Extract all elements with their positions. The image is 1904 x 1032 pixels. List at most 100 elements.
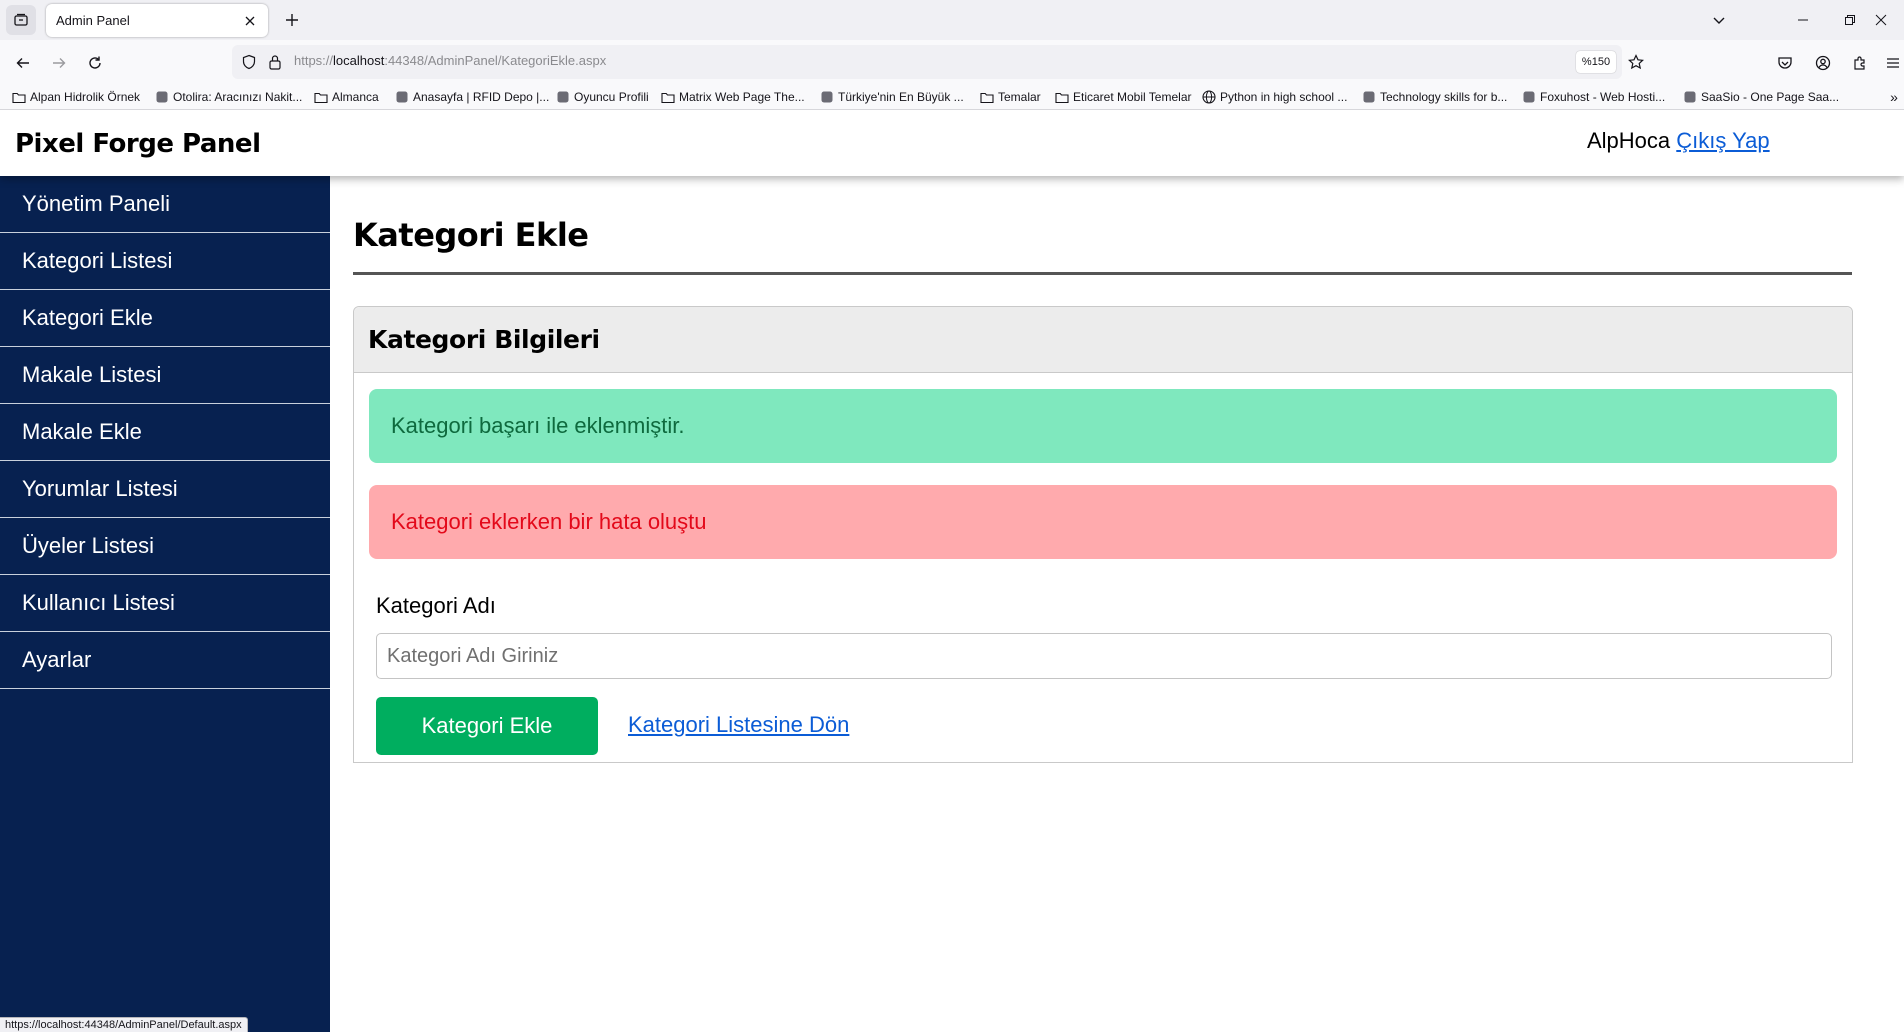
site-icon [1362,90,1376,104]
folder-icon [1055,90,1069,104]
chevron-down-icon [1713,17,1725,24]
browser-tab-bar: Admin Panel [0,0,1904,40]
site-icon [1522,90,1536,104]
card-title: Kategori Bilgileri [354,307,1852,373]
folder-icon [12,90,26,104]
user-box: AlpHoca Çıkış Yap [1587,128,1770,154]
folder-icon [661,90,675,104]
reload-icon [89,56,101,69]
pocket-button[interactable] [1772,50,1798,76]
bookmark-item[interactable]: Oyuncu Profili [556,88,649,106]
bookmarks-overflow-chevron-icon[interactable]: » [1886,88,1902,106]
hamburger-icon [1887,58,1899,68]
url-text[interactable]: https://localhost:44348/AdminPanel/Kateg… [294,53,606,68]
bookmark-label: Technology skills for b... [1380,90,1508,104]
site-header: Pixel Forge Panel AlpHoca Çıkış Yap [0,111,1904,176]
success-alert: Kategori başarı ile eklenmiştir. [369,389,1837,463]
lock-icon[interactable] [266,53,284,71]
bookmark-item[interactable]: SaaSio - One Page Saa... [1683,88,1839,106]
sidebar-item-makale-listesi[interactable]: Makale Listesi [0,347,330,404]
bookmark-label: Eticaret Mobil Temelar [1073,90,1192,104]
category-name-input[interactable] [376,633,1832,679]
back-button[interactable] [10,50,36,76]
account-button[interactable] [1810,50,1836,76]
url-prefix: https:// [294,53,334,68]
pocket-icon [1778,57,1792,69]
globe-icon [1202,90,1216,104]
bookmark-label: Python in high school ... [1220,90,1348,104]
forward-button[interactable] [46,50,72,76]
list-all-tabs-button[interactable] [1707,9,1731,31]
bookmark-item[interactable]: Technology skills for b... [1362,88,1507,106]
back-to-category-list-link[interactable]: Kategori Listesine Dön [628,712,849,738]
account-icon [1815,55,1831,71]
tab-overview-button[interactable] [6,5,36,35]
bookmark-label: Oyuncu Profili [574,90,649,104]
status-bar-url: https://localhost:44348/AdminPanel/Defau… [0,1017,248,1032]
browser-tab-active[interactable]: Admin Panel [46,4,268,37]
window-close-button[interactable] [1858,0,1904,40]
site-icon [556,90,570,104]
extensions-button[interactable] [1847,50,1873,76]
bookmark-label: Matrix Web Page The... [679,90,805,104]
tab-close-button[interactable] [242,13,258,29]
bookmark-item[interactable]: Eticaret Mobil Temelar [1055,88,1192,106]
close-icon [245,16,255,25]
restore-icon [1845,15,1855,25]
sidebar-item-kullanici-listesi[interactable]: Kullanıcı Listesi [0,575,330,632]
site-icon [155,90,169,104]
url-host: localhost [333,53,385,68]
sidebar-item-yonetim-paneli[interactable]: Yönetim Paneli [0,176,330,233]
web-page: Pixel Forge Panel AlpHoca Çıkış Yap Yöne… [0,111,1904,1032]
username: AlpHoca [1587,128,1671,153]
bookmark-label: Alpan Hidrolik Örnek [30,90,141,104]
plus-icon [286,14,298,26]
close-window-icon [1875,14,1887,26]
error-alert: Kategori eklerken bir hata oluştu [369,485,1837,559]
window-minimize-button[interactable] [1780,0,1826,40]
arrow-left-icon [16,58,29,68]
add-category-button[interactable]: Kategori Ekle [376,697,598,755]
menu-button[interactable] [1880,50,1904,76]
new-tab-button[interactable] [280,8,304,32]
site-icon [820,90,834,104]
sidebar-item-uyeler-listesi[interactable]: Üyeler Listesi [0,518,330,575]
reload-button[interactable] [82,50,108,76]
sidebar-item-kategori-ekle[interactable]: Kategori Ekle [0,290,330,347]
bookmark-item[interactable]: Türkiye'nin En Büyük ... [820,88,964,106]
bookmark-item[interactable]: Alpan Hidrolik Örnek [12,88,140,106]
bookmark-item[interactable]: Temalar [980,88,1041,106]
bookmark-item[interactable]: Matrix Web Page The... [661,88,805,106]
url-path: :44348/AdminPanel/KategoriEkle.aspx [384,53,607,68]
bookmark-star-button[interactable] [1626,52,1646,72]
sidebar-item-ayarlar[interactable]: Ayarlar [0,632,330,689]
bookmark-item[interactable]: Otolira: Aracınızı Nakit... [155,88,302,106]
tab-overview-icon [14,13,28,26]
sidebar-item-yorumlar-listesi[interactable]: Yorumlar Listesi [0,461,330,518]
arrow-right-icon [53,58,66,68]
sidebar-item-makale-ekle[interactable]: Makale Ekle [0,404,330,461]
bookmark-label: Almanca [332,90,379,104]
bookmark-item[interactable]: Almanca [314,88,379,106]
bookmarks-toolbar: Alpan Hidrolik Örnek Otolira: Aracınızı N… [0,84,1904,110]
bookmark-item[interactable]: Foxuhost - Web Hosti... [1522,88,1665,106]
tracking-protection-icon[interactable] [240,53,258,71]
folder-icon [980,90,994,104]
folder-icon [314,90,328,104]
logout-link[interactable]: Çıkış Yap [1676,128,1769,153]
address-bar[interactable]: https://localhost:44348/AdminPanel/Kateg… [232,45,1644,79]
bookmark-label: SaaSio - One Page Saa... [1701,90,1840,104]
bookmark-item[interactable]: Python in high school ... [1202,88,1347,106]
zoom-level-badge[interactable]: %150 [1576,51,1616,73]
tab-title: Admin Panel [56,13,130,28]
category-form-card: Kategori Bilgileri Kategori başarı ile e… [353,306,1853,763]
main-content: Kategori Ekle Kategori Bilgileri Kategor… [353,176,1853,763]
title-divider [353,272,1852,275]
sidebar-item-kategori-listesi[interactable]: Kategori Listesi [0,233,330,290]
bookmark-item[interactable]: Anasayfa | RFID Depo |... [395,88,549,106]
puzzle-icon [1854,56,1865,70]
sidebar: Yönetim Paneli Kategori Listesi Kategori… [0,176,330,1032]
bookmark-label: Temalar [998,90,1041,104]
browser-nav-bar: https://localhost:44348/AdminPanel/Kateg… [0,40,1904,84]
brand-title[interactable]: Pixel Forge Panel [15,129,261,159]
